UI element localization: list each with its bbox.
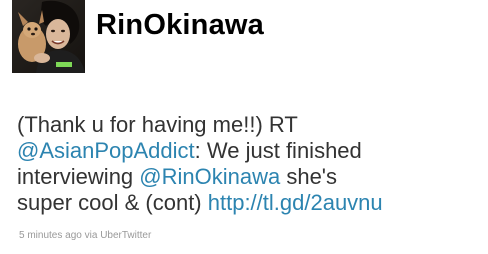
tweet-line-4: super cool & (cont) http://tl.gd/2auvnu xyxy=(17,190,479,216)
tweet-text: (Thank u for having me!!) RT @AsianPopAd… xyxy=(17,112,479,216)
tweet-meta: 5 minutes ago via UberTwitter xyxy=(19,230,151,241)
tweet-line-3: interviewing @RinOkinawa she's xyxy=(17,164,479,190)
tweet-url-link[interactable]: http://tl.gd/2auvnu xyxy=(208,190,383,215)
tweet-text-segment: she's xyxy=(280,164,338,189)
tweet-line-1: (Thank u for having me!!) RT xyxy=(17,112,298,137)
tweet-text-segment: super cool & (cont) xyxy=(17,190,208,215)
tweet-text-segment: interviewing xyxy=(17,164,140,189)
mention-link-rinokinawa[interactable]: @RinOkinawa xyxy=(139,164,280,189)
mention-link-asianpopaddict[interactable]: @AsianPopAddict xyxy=(17,138,195,163)
user-avatar-icon[interactable] xyxy=(12,0,85,73)
source-app-link[interactable]: UberTwitter xyxy=(100,230,151,241)
tweet-line-2: @AsianPopAddict: We just finished xyxy=(17,138,479,164)
screen-name-link[interactable]: RinOkinawa xyxy=(96,9,264,42)
tweet-text-segment: : We just finished xyxy=(194,138,362,163)
timestamp-link[interactable]: 5 minutes ago xyxy=(19,230,82,241)
via-label: via xyxy=(84,230,98,241)
